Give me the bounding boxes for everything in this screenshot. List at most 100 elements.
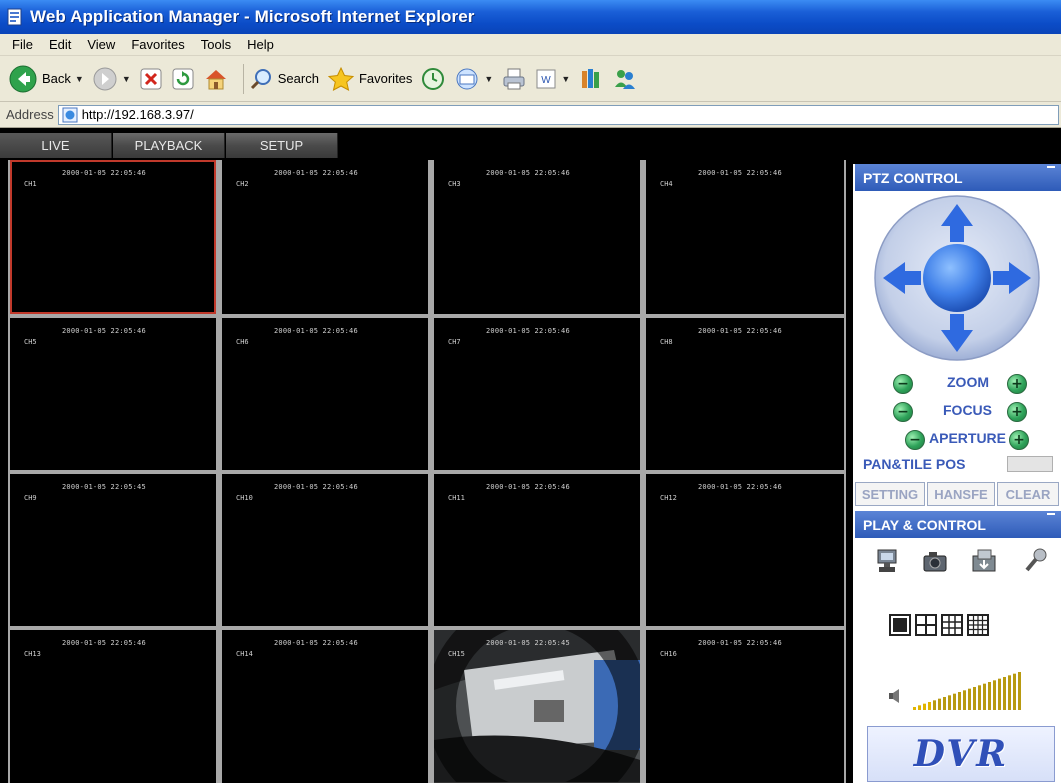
clear-button[interactable]: CLEAR [997,482,1059,506]
camera-cell[interactable]: 2000-01-05 22:05:46 CH10 [222,474,428,626]
camera-timestamp: 2000-01-05 22:05:46 [486,483,570,491]
camera-cell[interactable]: 2000-01-05 22:05:46 CH12 [646,474,844,626]
camera-timestamp: 2000-01-05 22:05:46 [274,327,358,335]
camera-cell[interactable]: 2000-01-05 22:05:46 CH5 [10,318,216,470]
menu-file[interactable]: File [4,37,41,52]
edit-dropdown-icon[interactable]: ▼ [561,74,570,84]
research-button[interactable] [578,67,604,91]
camera-cell[interactable]: 2000-01-05 22:05:46 CH13 [10,630,216,783]
tab-live[interactable]: LIVE [0,133,112,158]
camera-cell[interactable]: 2000-01-05 22:05:46 CH1 [10,160,216,314]
camera-channel-label: CH8 [660,338,673,346]
messenger-icon [615,69,636,89]
camera-cell[interactable]: 2000-01-05 22:05:46 CH7 [434,318,640,470]
layout-4x4-button[interactable] [967,614,989,636]
refresh-button[interactable] [171,67,195,91]
camera-grid: 2000-01-05 22:05:46 CH1 2000-01-05 22:05:4… [8,160,846,783]
svg-text:W: W [542,75,552,86]
menu-edit[interactable]: Edit [41,37,79,52]
camera-timestamp: 2000-01-05 22:05:46 [62,327,146,335]
refresh-icon [172,68,194,89]
menu-favorites[interactable]: Favorites [123,37,192,52]
quad-view-icon [917,616,935,634]
camera-timestamp: 2000-01-05 22:05:46 [698,327,782,335]
camera-channel-label: CH1 [24,180,37,188]
camera-cell[interactable]: 2000-01-05 22:05:46 CH3 [434,160,640,314]
address-label: Address [6,107,54,122]
record-pc-icon[interactable] [873,546,903,576]
edit-button[interactable]: W ▼ [535,68,570,90]
camera-cell[interactable]: 2000-01-05 22:05:45 CH15 [434,630,640,783]
focus-far-button[interactable]: + [1007,402,1027,422]
ptz-header-label: PTZ CONTROL [863,169,963,186]
zoom-out-button[interactable]: − [893,374,913,394]
focus-label: FOCUS [943,402,992,418]
browser-window: Web Application Manager - Microsoft Inte… [0,0,1061,783]
pantile-pos-label: PAN&TILE POS [863,456,966,472]
single-view-icon [893,618,907,632]
camera-cell[interactable]: 2000-01-05 22:05:46 CH16 [646,630,844,783]
menu-tools[interactable]: Tools [193,37,239,52]
layout-3x3-button[interactable] [941,614,963,636]
minus-icon: − [909,432,921,448]
download-folder-icon[interactable] [969,546,999,576]
ptz-control-header[interactable]: PTZ CONTROL [855,164,1061,191]
dvr-web-app: LIVE PLAYBACK SETUP 2000-01-05 22:05:46 C… [0,128,1061,783]
camera-cell[interactable]: 2000-01-05 22:05:45 CH9 [10,474,216,626]
play-control-header[interactable]: PLAY & CONTROL [855,511,1061,538]
home-button[interactable] [203,67,229,91]
address-input[interactable]: http://192.168.3.97/ [57,104,1059,125]
play-collapse-icon[interactable] [1047,513,1055,515]
camera-cell[interactable]: 2000-01-05 22:05:46 CH6 [222,318,428,470]
back-dropdown-icon[interactable]: ▼ [75,74,84,84]
menu-view[interactable]: View [79,37,123,52]
mail-button[interactable]: ▼ [454,67,493,91]
layout-2x2-button[interactable] [915,614,937,636]
pantile-pos-input[interactable] [1007,456,1053,472]
camera-timestamp: 2000-01-05 22:05:45 [486,639,570,647]
back-button[interactable]: Back ▼ [8,64,84,94]
camera-channel-label: CH14 [236,650,253,658]
camera-cell[interactable]: 2000-01-05 22:05:46 CH11 [434,474,640,626]
plus-icon: + [1011,376,1023,392]
camera-cell[interactable]: 2000-01-05 22:05:46 CH14 [222,630,428,783]
dvr-logo-text: DVR [913,733,1009,775]
zoom-in-button[interactable]: + [1007,374,1027,394]
setting-button[interactable]: SETTING [855,482,925,506]
camera-cell[interactable]: 2000-01-05 22:05:46 CH2 [222,160,428,314]
camera-cell[interactable]: 2000-01-05 22:05:46 CH8 [646,318,844,470]
forward-dropdown-icon[interactable]: ▼ [122,74,131,84]
tab-playback[interactable]: PLAYBACK [113,133,225,158]
tab-setup[interactable]: SETUP [226,133,338,158]
camera-timestamp: 2000-01-05 22:05:46 [486,169,570,177]
print-button[interactable] [501,67,527,91]
mail-dropdown-icon[interactable]: ▼ [484,74,493,84]
camera-timestamp: 2000-01-05 22:05:46 [698,483,782,491]
hansfe-button[interactable]: HANSFE [927,482,995,506]
ptz-collapse-icon[interactable] [1047,166,1055,168]
address-url: http://192.168.3.97/ [81,107,194,122]
stop-button[interactable] [139,67,163,91]
snapshot-camera-icon[interactable] [921,546,951,576]
page-globe-icon [62,107,78,122]
camera-cell[interactable]: 2000-01-05 22:05:46 CH4 [646,160,844,314]
microphone-icon[interactable] [1019,546,1049,576]
volume-bar [998,678,1001,710]
search-button[interactable]: Search [250,67,319,91]
history-button[interactable] [420,66,446,92]
forward-button[interactable]: ▼ [92,66,131,92]
layout-1x1-button[interactable] [889,614,911,636]
focus-near-button[interactable]: − [893,402,913,422]
camera-timestamp: 2000-01-05 22:05:46 [62,169,146,177]
messenger-button[interactable] [612,67,638,91]
zoom-row: − ZOOM + [855,371,1061,397]
aperture-close-button[interactable]: − [905,430,925,450]
ptz-direction-pad[interactable] [873,194,1041,362]
volume-bar [973,687,976,710]
favorites-button[interactable]: Favorites [327,66,412,92]
zoom-label: ZOOM [947,374,989,390]
menu-help[interactable]: Help [239,37,282,52]
aperture-open-button[interactable]: + [1009,430,1029,450]
volume-slider[interactable] [913,672,1025,710]
speaker-icon[interactable] [887,687,903,705]
